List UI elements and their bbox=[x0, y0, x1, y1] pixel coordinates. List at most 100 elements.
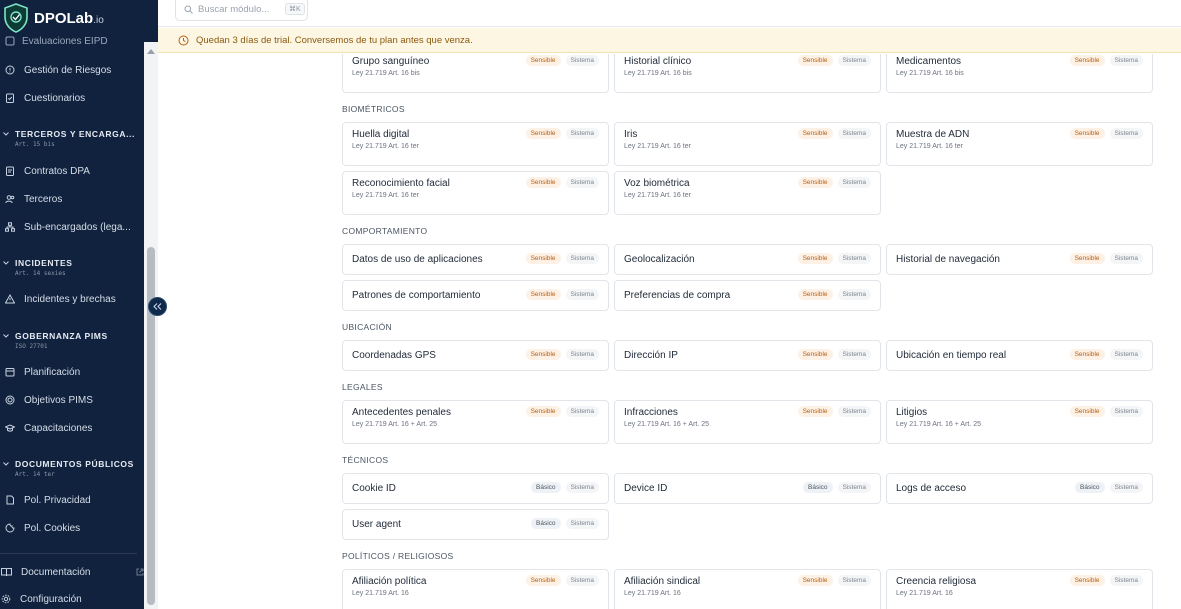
data-category-card[interactable]: Medicamentos Ley 21.719 Art. 16 bis Sensib… bbox=[886, 54, 1153, 93]
sidebar-item-cut[interactable]: Evaluaciones EIPD bbox=[0, 34, 144, 48]
system-badge: Sistema bbox=[837, 177, 871, 188]
graduation-cap-icon bbox=[5, 424, 15, 432]
collapse-sidebar-button[interactable] bbox=[148, 297, 167, 316]
sidebar-item-pol-privacidad[interactable]: Pol. Privacidad bbox=[0, 489, 144, 511]
chevron-down-icon bbox=[3, 334, 9, 338]
users-icon bbox=[5, 195, 15, 204]
card-law-reference: Ley 21.719 Art. 16 bis bbox=[352, 70, 420, 77]
data-category-card[interactable]: Antecedentes penales Ley 21.719 Art. 16 +… bbox=[342, 400, 609, 444]
sidebar-item-label: Pol. Privacidad bbox=[24, 494, 91, 506]
card-name: Voz biométrica bbox=[624, 178, 690, 189]
data-category-card[interactable]: Historial de navegación Sensible Sistema bbox=[886, 244, 1153, 275]
data-category-card[interactable]: Iris Ley 21.719 Art. 16 ter Sensible Sistem… bbox=[614, 122, 881, 166]
card-name: Logs de acceso bbox=[896, 483, 967, 494]
section-terceros[interactable]: TERCEROS Y ENCARGA... Art. 15 bis bbox=[3, 129, 143, 148]
sidebar-item-configuracion[interactable]: Configuración bbox=[0, 588, 144, 609]
basic-badge: Básico bbox=[1075, 482, 1105, 493]
double-chevron-left-icon bbox=[153, 303, 162, 310]
sidebar-item-label: Objetivos PIMS bbox=[24, 394, 93, 406]
system-badge: Sistema bbox=[837, 253, 871, 264]
network-icon bbox=[5, 222, 15, 232]
section-documentos[interactable]: DOCUMENTOS PÚBLICOS Art. 14 ter bbox=[3, 459, 143, 478]
sensitivity-badge: Sensible bbox=[1069, 128, 1105, 139]
data-category-card[interactable]: Creencia religiosa Ley 21.719 Art. 16 Sens… bbox=[886, 569, 1153, 609]
sidebar-item-contratos-dpa[interactable]: Contratos DPA bbox=[0, 160, 144, 182]
category-title-politicos-religiosos: POLÍTICOS / RELIGIOSOS bbox=[342, 551, 454, 561]
section-incidentes[interactable]: INCIDENTES Art. 14 sexies bbox=[3, 258, 143, 277]
card-name: Creencia religiosa bbox=[896, 576, 977, 587]
data-category-card[interactable]: Preferencias de compra Sensible Sistema bbox=[614, 280, 881, 311]
data-category-card[interactable]: Historial clínico Ley 21.719 Art. 16 bis S… bbox=[614, 54, 881, 93]
app-logo[interactable]: DPOLab.io bbox=[0, 0, 144, 36]
data-category-card[interactable]: Grupo sanguíneo Ley 21.719 Art. 16 bis Sen… bbox=[342, 54, 609, 93]
sensitivity-badge: Sensible bbox=[797, 575, 833, 586]
data-category-card[interactable]: Infracciones Ley 21.719 Art. 16 + Art. 25… bbox=[614, 400, 881, 444]
sidebar-item-planificacion[interactable]: Planificación bbox=[0, 361, 144, 383]
card-law-reference: Ley 21.719 Art. 16 ter bbox=[624, 143, 691, 150]
data-category-card[interactable]: Cookie ID Básico Sistema bbox=[342, 473, 609, 504]
data-category-card[interactable]: Afiliación sindical Ley 21.719 Art. 16 Sen… bbox=[614, 569, 881, 609]
chevron-down-icon bbox=[3, 261, 9, 265]
sidebar-item-documentacion[interactable]: Documentación bbox=[0, 561, 144, 583]
scroll-up-arrow-icon[interactable] bbox=[146, 47, 156, 55]
search-input[interactable] bbox=[198, 3, 280, 15]
card-law-reference: Ley 21.719 Art. 16 ter bbox=[352, 192, 419, 199]
trial-banner-text: Quedan 3 días de trial. Conversemos de t… bbox=[196, 34, 473, 46]
data-category-card[interactable]: Patrones de comportamiento Sensible Sistem… bbox=[342, 280, 609, 311]
data-category-card[interactable]: Litigios Ley 21.719 Art. 16 + Art. 25 Sens… bbox=[886, 400, 1153, 444]
card-name: Infracciones bbox=[624, 407, 678, 418]
section-subtitle: ISO 27701 bbox=[15, 343, 48, 350]
trial-banner: Quedan 3 días de trial. Conversemos de t… bbox=[158, 28, 1181, 53]
sensitivity-badge: Sensible bbox=[797, 253, 833, 264]
sensitivity-badge: Sensible bbox=[525, 406, 561, 417]
sidebar-item-gestion-riesgos[interactable]: Gestión de Riesgos bbox=[0, 59, 144, 81]
system-badge: Sistema bbox=[1109, 406, 1143, 417]
book-icon bbox=[1, 568, 12, 577]
sidebar-item-terceros[interactable]: Terceros bbox=[0, 188, 144, 210]
section-gobernanza[interactable]: GOBERNANZA PIMS ISO 27701 bbox=[3, 331, 143, 350]
sidebar-item-pol-cookies[interactable]: Pol. Cookies bbox=[0, 517, 144, 539]
data-category-card[interactable]: Huella digital Ley 21.719 Art. 16 ter Sens… bbox=[342, 122, 609, 166]
data-category-card[interactable]: Ubicación en tiempo real Sensible Sistema bbox=[886, 340, 1153, 371]
data-category-card[interactable]: Reconocimiento facial Ley 21.719 Art. 16 … bbox=[342, 171, 609, 215]
section-subtitle: Art. 15 bis bbox=[15, 141, 55, 148]
system-badge: Sistema bbox=[565, 575, 599, 586]
card-law-reference: Ley 21.719 Art. 16 + Art. 25 bbox=[896, 421, 982, 428]
card-name: Device ID bbox=[624, 483, 668, 494]
card-name: Datos de uso de aplicaciones bbox=[352, 254, 483, 265]
sensitivity-badge: Sensible bbox=[797, 55, 833, 66]
list-icon bbox=[5, 36, 15, 46]
data-category-card[interactable]: Device ID Básico Sistema bbox=[614, 473, 881, 504]
card-name: Muestra de ADN bbox=[896, 129, 970, 140]
data-category-card[interactable]: Geolocalización Sensible Sistema bbox=[614, 244, 881, 275]
category-title-legales: LEGALES bbox=[342, 382, 383, 392]
card-name: User agent bbox=[352, 519, 401, 530]
search-shortcut-badge: ⌘K bbox=[285, 3, 305, 15]
warning-triangle-icon bbox=[5, 294, 15, 304]
sidebar-divider bbox=[0, 553, 137, 554]
sensitivity-badge: Sensible bbox=[525, 128, 561, 139]
data-category-card[interactable]: Voz biométrica Ley 21.719 Art. 16 ter Sens… bbox=[614, 171, 881, 215]
card-name: Iris bbox=[624, 129, 638, 140]
sidebar-item-cuestionarios[interactable]: Cuestionarios bbox=[0, 87, 144, 109]
card-name: Preferencias de compra bbox=[624, 290, 731, 301]
sidebar-item-sub-encargados[interactable]: Sub-encargados (lega... bbox=[0, 216, 144, 238]
sensitivity-badge: Sensible bbox=[797, 177, 833, 188]
data-category-card[interactable]: Coordenadas GPS Sensible Sistema bbox=[342, 340, 609, 371]
sidebar-item-objetivos-pims[interactable]: Objetivos PIMS bbox=[0, 389, 144, 411]
data-category-card[interactable]: Afiliación política Ley 21.719 Art. 16 Sen… bbox=[342, 569, 609, 609]
data-category-card[interactable]: User agent Básico Sistema bbox=[342, 509, 609, 540]
search-box[interactable]: ⌘K bbox=[175, 0, 308, 21]
external-link-icon bbox=[136, 568, 144, 576]
data-category-card[interactable]: Datos de uso de aplicaciones Sensible Sist… bbox=[342, 244, 609, 275]
top-bar: ⌘K bbox=[158, 0, 1181, 27]
sidebar-item-capacitaciones[interactable]: Capacitaciones bbox=[0, 417, 144, 439]
sensitivity-badge: Sensible bbox=[797, 349, 833, 360]
sidebar: Evaluaciones EIPD DPOLab.io Gestión de R… bbox=[0, 0, 158, 609]
sidebar-item-incidentes-brechas[interactable]: Incidentes y brechas bbox=[0, 288, 144, 310]
data-category-card[interactable]: Logs de acceso Básico Sistema bbox=[886, 473, 1153, 504]
category-title-ubicacion: UBICACIÓN bbox=[342, 322, 392, 332]
data-category-card[interactable]: Dirección IP Sensible Sistema bbox=[614, 340, 881, 371]
category-title-comportamiento: COMPORTAMIENTO bbox=[342, 226, 428, 236]
data-category-card[interactable]: Muestra de ADN Ley 21.719 Art. 16 ter Sens… bbox=[886, 122, 1153, 166]
